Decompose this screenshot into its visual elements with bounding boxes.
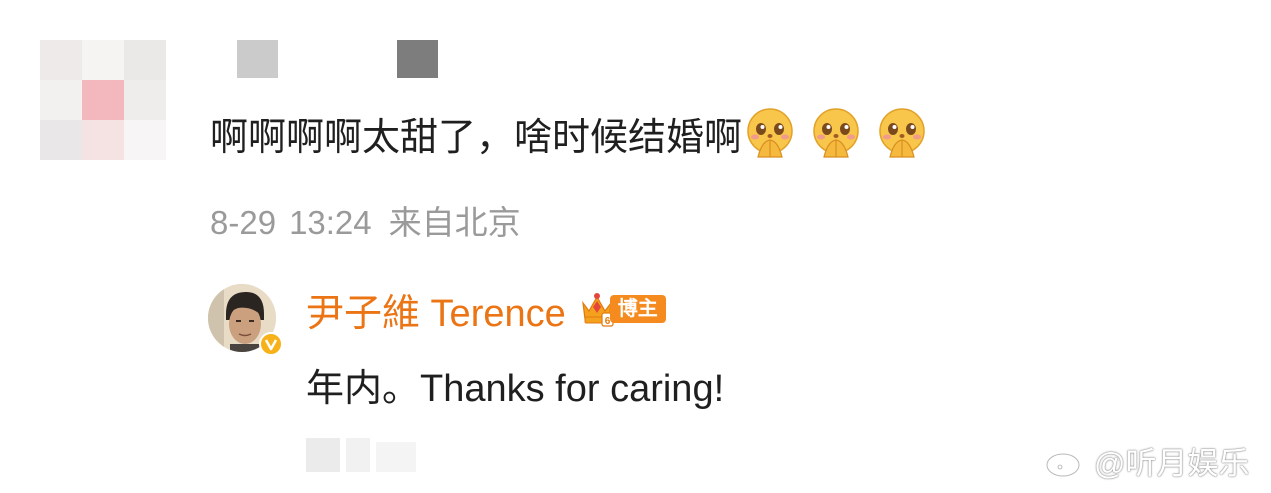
avatar-mosaic-block bbox=[40, 120, 82, 160]
reply-author-name[interactable]: 尹子維 Terence bbox=[306, 282, 566, 337]
praying-emoji-icon bbox=[747, 108, 793, 158]
reply-header: 尹子維 Terence 6 博主 bbox=[306, 282, 666, 337]
watermark-text: @听月娱乐 bbox=[1094, 445, 1250, 481]
comment-meta: 8-29 13:24 来自北京 bbox=[210, 196, 521, 244]
verified-v-icon bbox=[259, 332, 283, 356]
comment-text: 啊啊啊啊太甜了，啥时候结婚啊 bbox=[210, 116, 743, 159]
commenter-name-redacted[interactable] bbox=[397, 40, 438, 78]
weibo-watermark: @听月娱乐 bbox=[1044, 440, 1250, 481]
redacted-text-block bbox=[346, 438, 370, 472]
reply-author-avatar[interactable] bbox=[208, 284, 283, 358]
crown-level-icon: 6 bbox=[581, 293, 614, 327]
blogger-tag: 博主 bbox=[609, 295, 666, 323]
avatar-mosaic-block bbox=[124, 80, 166, 120]
reply-body: 年内。Thanks for caring! bbox=[306, 368, 725, 410]
praying-emoji-icon bbox=[813, 108, 859, 158]
comment-date: 8-29 bbox=[210, 204, 277, 241]
commenter-name-redacted[interactable] bbox=[237, 40, 278, 78]
avatar-mosaic-block bbox=[40, 40, 82, 80]
avatar-mosaic-block bbox=[124, 40, 166, 80]
weibo-logo-icon bbox=[1045, 446, 1086, 478]
avatar-mosaic-block bbox=[82, 80, 124, 120]
avatar-mosaic-block bbox=[82, 120, 124, 160]
comment-time: 13:24 bbox=[289, 204, 372, 241]
praying-emoji-icon bbox=[879, 108, 925, 158]
comment-location: 来自北京 bbox=[388, 204, 521, 241]
avatar-mosaic-block bbox=[40, 80, 82, 120]
avatar-mosaic-block bbox=[124, 120, 166, 160]
commenter-avatar[interactable] bbox=[40, 40, 166, 160]
avatar-mosaic-block bbox=[82, 40, 124, 80]
comment-body: 啊啊啊啊太甜了，啥时候结婚啊 bbox=[210, 108, 928, 159]
redacted-text-block bbox=[376, 442, 416, 472]
redacted-text-block bbox=[306, 438, 340, 472]
